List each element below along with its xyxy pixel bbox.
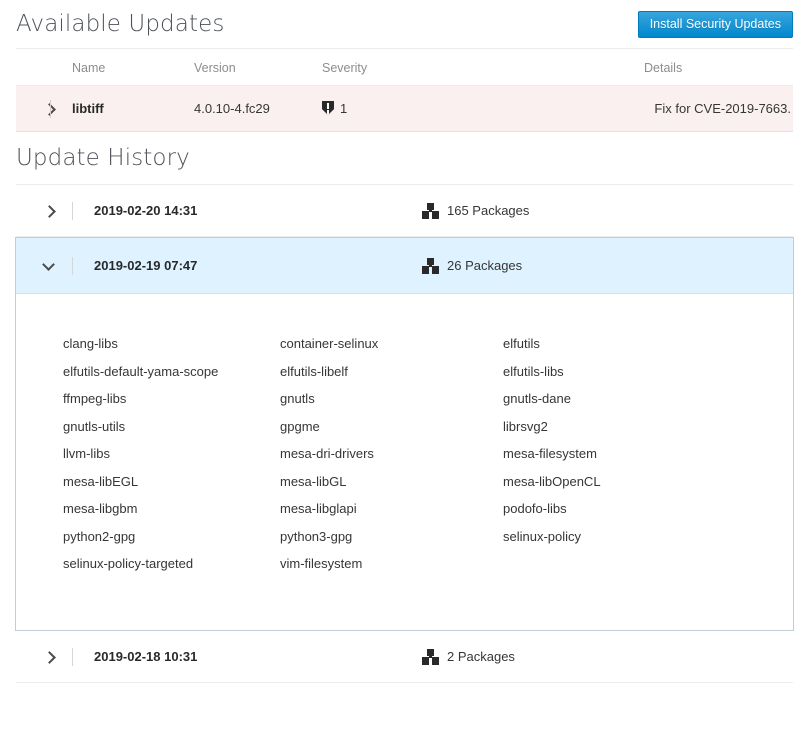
update-row-toggle-cell[interactable] — [16, 84, 72, 133]
package-name: gpgme — [280, 418, 320, 434]
history-package-count-label: 26 Packages — [447, 258, 523, 274]
column-header-spacer — [494, 48, 644, 86]
column-header-severity: Severity — [322, 48, 494, 86]
column-header-version: Version — [194, 48, 322, 86]
update-history-list: 2019-02-20 14:31 165 Packages 2019-02-19… — [15, 184, 794, 684]
package-name: selinux-policy-targeted — [63, 556, 194, 572]
history-package-count-label: 2 Packages — [447, 649, 515, 665]
package-name: clang-libs — [63, 336, 118, 352]
update-severity-cell: 1 — [322, 84, 494, 133]
package-name: vim-filesystem — [280, 556, 363, 572]
package-name: llvm-libs — [63, 446, 110, 462]
history-date: 2019-02-20 14:31 — [72, 201, 422, 220]
package-name: gnutls-dane — [503, 391, 571, 407]
update-details: Fix for CVE-2019-7663. — [644, 84, 793, 133]
cubes-icon — [422, 257, 439, 274]
package-name: python3-gpg — [280, 528, 353, 544]
package-name: selinux-policy — [503, 528, 582, 544]
update-package-version: 4.0.10-4.fc29 — [194, 84, 322, 133]
updates-page: Available Updates Install Security Updat… — [0, 0, 809, 746]
table-header: Name Version Severity Details — [16, 48, 793, 86]
history-row-toggle[interactable] — [43, 258, 72, 273]
table-header-row: Name Version Severity Details — [16, 48, 793, 86]
package-name: python2-gpg — [63, 528, 136, 544]
history-row[interactable]: 2019-02-19 07:47 26 Packages — [15, 237, 794, 294]
page-title: Available Updates — [16, 11, 225, 37]
available-updates-header: Available Updates Install Security Updat… — [16, 0, 793, 48]
history-package-count: 2 Packages — [422, 648, 515, 665]
package-grid: clang-libs container-selinux elfutils elfut… — [63, 330, 793, 578]
package-name: mesa-filesystem — [503, 446, 597, 462]
update-package-name: libtiff — [50, 84, 194, 133]
chevron-down-icon[interactable] — [43, 260, 56, 273]
history-row-toggle[interactable] — [43, 203, 72, 218]
chevron-right-icon[interactable] — [43, 205, 56, 218]
update-severity-count: 1 — [340, 101, 348, 117]
package-name: elfutils-libelf — [280, 363, 348, 379]
history-package-count: 165 Packages — [422, 202, 530, 219]
package-name: gnutls — [280, 391, 315, 407]
table-body: libtiff 4.0.10-4.fc29 1 Fix for CVE-2019… — [16, 84, 793, 133]
package-name: mesa-libGL — [280, 473, 347, 489]
install-security-updates-button[interactable]: Install Security Updates — [637, 10, 793, 38]
cubes-icon — [422, 648, 439, 665]
package-name: container-selinux — [280, 336, 379, 352]
column-header-details: Details — [644, 48, 793, 86]
package-name: ffmpeg-libs — [63, 391, 127, 407]
shield-exclamation-icon — [322, 101, 334, 116]
history-row[interactable]: 2019-02-18 10:31 2 Packages — [16, 631, 793, 684]
package-name: mesa-libgbm — [63, 501, 138, 517]
history-date: 2019-02-19 07:47 — [72, 256, 422, 275]
update-history-title: Update History — [16, 145, 190, 172]
package-name: mesa-libglapi — [280, 501, 357, 517]
package-name: elfutils-default-yama-scope — [63, 363, 219, 379]
history-date: 2019-02-18 10:31 — [72, 647, 422, 666]
available-updates-table: Name Version Severity Details libtiff 4.… — [16, 48, 793, 133]
package-name: podofo-libs — [503, 501, 567, 517]
update-history-header: Update History — [16, 132, 793, 184]
history-row-toggle[interactable] — [43, 649, 72, 664]
history-package-count-label: 165 Packages — [447, 203, 530, 219]
chevron-right-icon[interactable] — [43, 651, 56, 664]
package-name: mesa-libEGL — [63, 473, 139, 489]
package-name: mesa-libOpenCL — [503, 473, 601, 489]
cubes-icon — [422, 202, 439, 219]
package-name: gnutls-utils — [63, 418, 126, 434]
history-row[interactable]: 2019-02-20 14:31 165 Packages — [16, 185, 793, 238]
package-name: elfutils — [503, 336, 540, 352]
history-package-count: 26 Packages — [422, 257, 523, 274]
package-name: librsvg2 — [503, 418, 548, 434]
table-row[interactable]: libtiff 4.0.10-4.fc29 1 Fix for CVE-2019… — [16, 84, 793, 133]
update-row-spacer — [494, 84, 644, 133]
column-header-name: Name — [72, 48, 194, 86]
column-header-toggle — [16, 48, 72, 86]
package-name: elfutils-libs — [503, 363, 564, 379]
package-name: mesa-dri-drivers — [280, 446, 374, 462]
history-package-panel: clang-libs container-selinux elfutils elfut… — [15, 293, 794, 632]
